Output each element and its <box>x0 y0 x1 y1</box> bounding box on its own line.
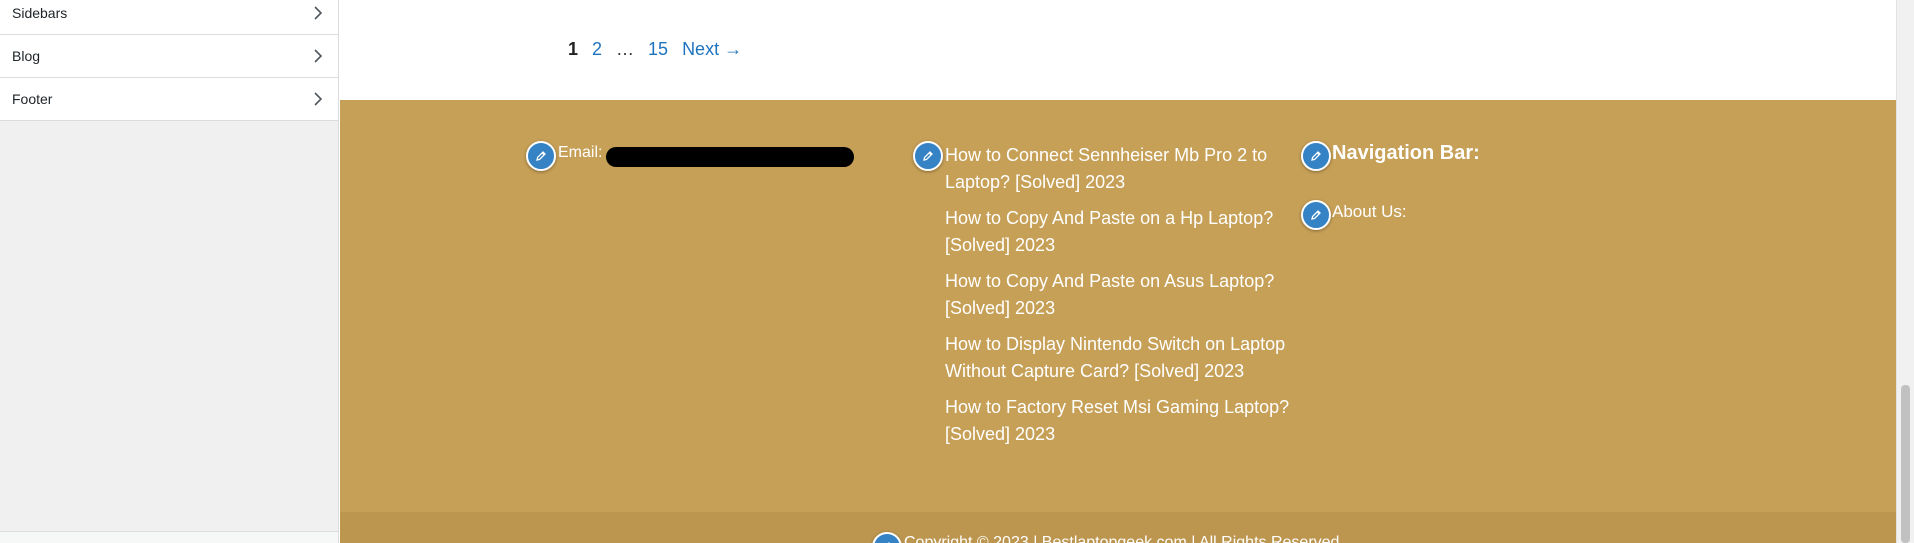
recent-post-link[interactable]: How to Factory Reset Msi Gaming Laptop? … <box>945 394 1295 448</box>
next-page-link[interactable]: Next → <box>682 39 742 60</box>
page-scrollbar[interactable] <box>1896 0 1914 543</box>
pencil-icon <box>536 151 546 161</box>
page-current: 1 <box>568 38 579 59</box>
recent-post-link[interactable]: How to Connect Sennheiser Mb Pro 2 to La… <box>945 142 1295 196</box>
customizer-sidebar: Sidebars Blog Footer <box>0 0 339 543</box>
edit-widget-about-button[interactable] <box>1301 200 1331 230</box>
redacted-email <box>606 147 854 167</box>
sidebar-item-footer[interactable]: Footer <box>0 78 338 121</box>
chevron-right-icon <box>314 49 323 63</box>
recent-post-link[interactable]: How to Display Nintendo Switch on Laptop… <box>945 331 1295 385</box>
pagination: 1 2 … 15 Next → <box>568 36 756 62</box>
recent-posts-list: How to Connect Sennheiser Mb Pro 2 to La… <box>945 142 1295 457</box>
recent-post-link[interactable]: How to Copy And Paste on a Hp Laptop? [S… <box>945 205 1295 259</box>
sidebar-item-label: Blog <box>12 48 41 64</box>
edit-widget-nav-button[interactable] <box>1301 141 1331 171</box>
page-link-2[interactable]: 2 <box>592 39 602 60</box>
recent-post-link[interactable]: How to Copy And Paste on Asus Laptop? [S… <box>945 268 1295 322</box>
footer-about-title: About Us: <box>1332 202 1407 221</box>
sidebar-footer-bar <box>0 531 338 543</box>
page-ellipsis: … <box>616 38 635 59</box>
sidebar-item-sidebars[interactable]: Sidebars <box>0 0 338 35</box>
site-footer: Email: How to Connect Sennheiser Mb Pro … <box>340 100 1896 543</box>
footer-email-label: Email: <box>558 144 603 161</box>
sidebar-item-label: Sidebars <box>12 5 68 21</box>
chevron-right-icon <box>314 6 323 20</box>
scrollbar-thumb[interactable] <box>1901 385 1910 543</box>
pencil-icon <box>1311 210 1321 220</box>
chevron-right-icon <box>314 92 323 106</box>
copyright-text: Copyright © 2023 | Bestlaptopgeek.com | … <box>904 534 1340 543</box>
sidebar-item-blog[interactable]: Blog <box>0 35 338 78</box>
pencil-icon <box>923 151 933 161</box>
pencil-icon <box>1311 151 1321 161</box>
site-preview: 1 2 … 15 Next → Email: How to Connect Se… <box>340 0 1896 543</box>
edit-widget-posts-button[interactable] <box>913 141 943 171</box>
sidebar-item-label: Footer <box>12 91 53 107</box>
footer-nav-title: Navigation Bar: <box>1332 142 1480 164</box>
page-link-last[interactable]: 15 <box>648 39 668 60</box>
edit-widget-email-button[interactable] <box>526 141 556 171</box>
